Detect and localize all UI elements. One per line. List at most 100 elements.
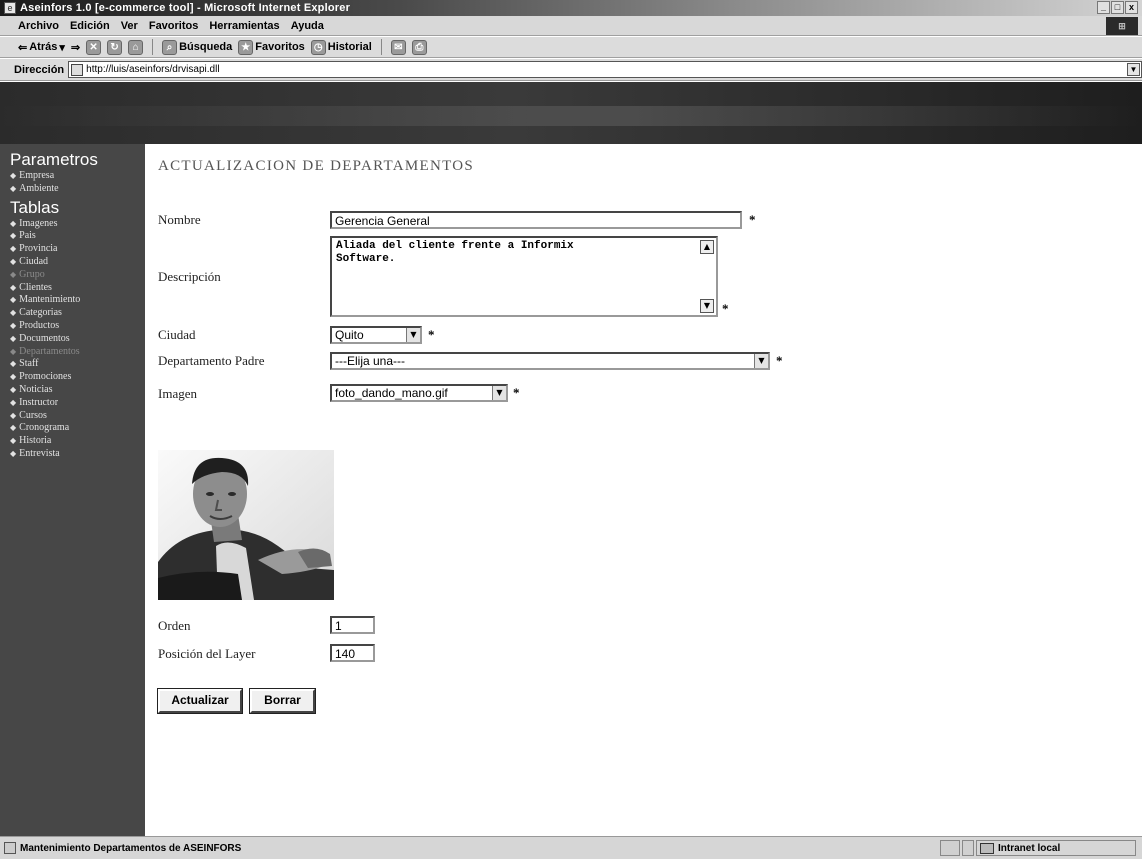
history-icon: ◷ <box>310 39 326 55</box>
window-title: Aseinfors 1.0 [e-commerce tool] - Micros… <box>20 2 351 14</box>
sidebar-item-instructor[interactable]: ◆ Instructor <box>10 397 145 410</box>
print-icon[interactable]: ⎙ <box>411 39 427 55</box>
ciudad-select[interactable]: Quito ▼ <box>330 326 422 344</box>
sidebar-item-noticias[interactable]: ◆ Noticias <box>10 384 145 397</box>
sidebar-item-documentos[interactable]: ◆ Documentos <box>10 333 145 346</box>
bullet-icon: ◆ <box>10 282 17 292</box>
close-button[interactable]: x <box>1125 1 1138 14</box>
history-button[interactable]: ◷ Historial <box>310 39 372 55</box>
toolbar-separator <box>152 39 154 55</box>
sidebar-item-cronograma[interactable]: ◆ Cronograma <box>10 422 145 435</box>
home-icon[interactable]: ⌂ <box>128 39 144 55</box>
address-label: Dirección <box>14 63 65 76</box>
ciudad-required-mark: * <box>428 327 435 342</box>
sidebar-item-label: Cursos <box>19 409 47 421</box>
departamento-padre-selected-value: ---Elija una--- <box>335 354 406 368</box>
address-dropdown-icon[interactable]: ▼ <box>1127 63 1140 76</box>
menu-edicion[interactable]: Edición <box>70 20 110 32</box>
sidebar-item-label: Grupo <box>19 268 45 280</box>
search-button[interactable]: ⌕ Búsqueda <box>162 39 232 55</box>
back-button[interactable]: ⇐ Atrás ▾ <box>18 41 65 54</box>
search-icon: ⌕ <box>162 39 178 55</box>
scroll-up-icon[interactable]: ▲ <box>700 240 714 254</box>
back-label: Atrás <box>29 41 58 53</box>
sidebar-item-historia[interactable]: ◆ Historia <box>10 435 145 448</box>
address-input[interactable]: http://luis/aseinfors/drvisapi.dll ▼ <box>68 61 1142 78</box>
imagen-label: Imagen <box>158 386 197 401</box>
address-bar: Dirección http://luis/aseinfors/drvisapi… <box>0 59 1142 81</box>
sidebar-item-label: Cronograma <box>19 422 70 434</box>
nombre-input[interactable]: Gerencia General <box>330 211 742 229</box>
sidebar-item-empresa[interactable]: ◆ Empresa <box>10 170 145 183</box>
chevron-down-icon: ▼ <box>406 328 420 342</box>
bullet-icon: ◆ <box>10 397 17 407</box>
stop-icon[interactable]: ✕ <box>86 39 102 55</box>
sidebar-item-ambiente[interactable]: ◆ Ambiente <box>10 183 145 196</box>
bullet-icon: ◆ <box>10 218 17 228</box>
status-pane <box>940 840 960 856</box>
nombre-label: Nombre <box>158 212 201 227</box>
bullet-icon: ◆ <box>10 295 17 305</box>
status-text: Mantenimiento Departamentos de ASEINFORS <box>20 842 242 854</box>
sidebar-item-imagenes[interactable]: ◆ Imagenes <box>10 218 145 231</box>
orden-input[interactable]: 1 <box>330 616 375 634</box>
forward-arrow-icon: ⇒ <box>70 41 81 54</box>
bullet-icon: ◆ <box>10 320 17 330</box>
sidebar-item-label: Productos <box>19 319 60 331</box>
sidebar-item-mantenimiento[interactable]: ◆ Mantenimiento <box>10 294 145 307</box>
maximize-button[interactable]: □ <box>1111 1 1124 14</box>
minimize-button[interactable]: _ <box>1097 1 1110 14</box>
menu-favoritos[interactable]: Favoritos <box>149 20 199 32</box>
posicion-layer-input[interactable]: 140 <box>330 644 375 662</box>
bullet-icon: ◆ <box>10 171 17 180</box>
sidebar-item-categorias[interactable]: ◆ Categorias <box>10 307 145 320</box>
sidebar-item-label: Pais <box>19 230 36 242</box>
sidebar-item-label: Noticias <box>19 383 53 395</box>
borrar-button[interactable]: Borrar <box>249 688 316 714</box>
sidebar-item-promociones[interactable]: ◆ Promociones <box>10 371 145 384</box>
favorites-label: Favoritos <box>255 41 305 53</box>
bullet-icon: ◆ <box>10 183 17 193</box>
sidebar-item-cursos[interactable]: ◆ Cursos <box>10 410 145 423</box>
sidebar-section-parametros: Parametros <box>10 150 98 169</box>
sidebar-item-clientes[interactable]: ◆ Clientes <box>10 282 145 295</box>
descripcion-textarea[interactable]: Aliada del cliente frente a Informix Sof… <box>330 236 718 317</box>
zone-label: Intranet local <box>998 842 1061 854</box>
menu-ayuda[interactable]: Ayuda <box>291 20 324 32</box>
sidebar-item-grupo[interactable]: ◆ Grupo <box>10 269 145 282</box>
imagen-selected-value: foto_dando_mano.gif <box>335 386 448 400</box>
sidebar-item-provincia[interactable]: ◆ Provincia <box>10 243 145 256</box>
imagen-select[interactable]: foto_dando_mano.gif ▼ <box>330 384 508 402</box>
sidebar-item-pais[interactable]: ◆ Pais <box>10 230 145 243</box>
sidebar-item-entrevista[interactable]: ◆ Entrevista <box>10 448 145 461</box>
departamento-padre-select[interactable]: ---Elija una--- ▼ <box>330 352 770 370</box>
nombre-required-mark: * <box>749 212 756 227</box>
favorites-button[interactable]: ★ Favoritos <box>238 39 305 55</box>
menu-herramientas[interactable]: Herramientas <box>209 20 279 32</box>
actualizar-button[interactable]: Actualizar <box>157 688 243 714</box>
sidebar-item-staff[interactable]: ◆ Staff <box>10 358 145 371</box>
menu-archivo[interactable]: Archivo <box>18 20 59 32</box>
forward-button[interactable]: ⇒ <box>71 41 80 54</box>
status-bar: Mantenimiento Departamentos de ASEINFORS… <box>0 836 1142 859</box>
main-content: ACTUALIZACION DE DEPARTAMENTOS Nombre Ge… <box>145 144 1142 836</box>
scroll-down-icon[interactable]: ▼ <box>700 299 714 313</box>
sidebar-item-label: Mantenimiento <box>19 294 81 306</box>
bullet-icon: ◆ <box>10 231 17 241</box>
sidebar-item-label: Promociones <box>19 371 72 383</box>
sidebar-item-label: Clientes <box>19 281 52 293</box>
chevron-down-icon: ▼ <box>754 354 768 368</box>
refresh-icon[interactable]: ↻ <box>107 39 123 55</box>
ciudad-label: Ciudad <box>158 327 196 342</box>
mail-icon[interactable]: ✉ <box>390 39 406 55</box>
sidebar-item-departamentos[interactable]: ◆ Departamentos <box>10 346 145 359</box>
menu-ver[interactable]: Ver <box>121 20 138 32</box>
ciudad-selected-value: Quito <box>335 328 364 342</box>
chevron-down-icon: ▼ <box>492 386 506 400</box>
sidebar-item-productos[interactable]: ◆ Productos <box>10 320 145 333</box>
bullet-icon: ◆ <box>10 244 17 254</box>
sidebar-item-ciudad[interactable]: ◆ Ciudad <box>10 256 145 269</box>
bullet-icon: ◆ <box>10 269 17 279</box>
sidebar-item-label: Instructor <box>19 396 59 408</box>
status-page-icon <box>4 842 16 854</box>
